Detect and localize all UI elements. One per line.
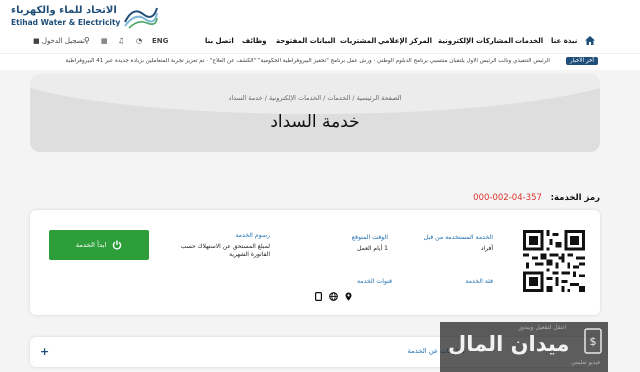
- main-nav: ■ تسجيل الدخول ⚲ ▦ ♫ ◔ ENG اتصل بنا وظائ…: [0, 33, 640, 49]
- etihad-logo[interactable]: الاتحاد للماء والكهرباء Etihad Water & E…: [3, 2, 158, 32]
- service-info-card: الخدمة المستخدمة من قبل أفراد فئة الخدمة…: [30, 210, 600, 315]
- audio-icon[interactable]: ♫: [118, 37, 124, 45]
- login-label: تسجيل الدخول: [41, 37, 85, 45]
- ticker-text[interactable]: الرئيس التنفيذي ونائب الرئيس الأول يلتقي…: [30, 58, 550, 64]
- search-icon[interactable]: ⚲: [84, 36, 90, 45]
- start-service-button[interactable]: ابدأ الخدمة: [49, 230, 149, 260]
- expected-time-value: 1 أيام العمل: [357, 245, 388, 252]
- accessibility-icon[interactable]: ◔: [136, 37, 142, 45]
- service-code-label: رمز الخدمة:: [550, 193, 600, 203]
- latest-news-badge: آخر الأخبار: [565, 57, 598, 65]
- mobile-icon: [315, 292, 322, 301]
- nav-about[interactable]: نبذة عنا: [551, 37, 577, 45]
- field-expected-time: الوقت المتوقع 1 أيام العمل: [318, 234, 388, 253]
- user-icon: ■: [33, 37, 40, 45]
- location-pin-icon: [345, 292, 352, 301]
- fees-label: رسوم الخدمة: [235, 232, 270, 239]
- nav-open-data[interactable]: البيانات المفتوحة: [276, 37, 335, 45]
- qr-code-icon: [523, 230, 585, 292]
- nav-e-participation[interactable]: المشاركات الإلكترونية: [438, 37, 513, 45]
- fees-value: لمبلغ المستحق عن الاستهلاك حسب الفاتورة …: [180, 243, 270, 258]
- field-used-by: الخدمة المستخدمة من قبل أفراد: [413, 234, 493, 253]
- category-label: فئة الخدمة: [465, 278, 493, 285]
- web-globe-icon: [329, 292, 338, 301]
- nav-services[interactable]: الخدمات: [515, 37, 543, 45]
- header: الاتحاد للماء والكهرباء Etihad Water & E…: [0, 0, 640, 53]
- watermark-title: ميدان المال: [448, 332, 570, 356]
- nav-media-center[interactable]: المركز الإعلامي: [378, 37, 432, 45]
- sitemap-icon[interactable]: ▦: [101, 37, 108, 45]
- logo-wave-icon: [124, 7, 158, 29]
- start-service-label: ابدأ الخدمة: [75, 241, 107, 249]
- logo-arabic-name: الاتحاد للماء والكهرباء: [11, 5, 117, 16]
- expected-time-label: الوقت المتوقع: [351, 234, 388, 241]
- channels-icons: [315, 292, 352, 301]
- field-category: فئة الخدمة: [413, 278, 493, 285]
- service-code-value: 357-04-002-000: [473, 193, 542, 203]
- nav-procurement[interactable]: المشتريات: [340, 37, 376, 45]
- used-by-value: أفراد: [480, 245, 493, 252]
- power-icon: [113, 240, 122, 250]
- page-title: خدمة السداد: [270, 112, 360, 132]
- field-fees: رسوم الخدمة لمبلغ المستحق عن الاستهلاك ح…: [178, 232, 270, 259]
- channels-label: قنوات الخدمة: [356, 278, 392, 285]
- watermark-subtext: انتقل لتفعيل ويندوز: [518, 324, 566, 331]
- watermark-tag: فيديو تعليمي: [571, 360, 600, 366]
- nav-contact[interactable]: اتصل بنا: [205, 37, 234, 45]
- service-code: رمز الخدمة: 357-04-002-000: [473, 193, 600, 203]
- expand-plus-icon[interactable]: +: [40, 345, 49, 358]
- login-link[interactable]: ■ تسجيل الدخول: [33, 37, 85, 45]
- video-watermark: انتقل لتفعيل ويندوز ميدان المال فيديو تع…: [440, 322, 608, 372]
- language-switch[interactable]: ENG: [152, 37, 168, 45]
- nav-jobs[interactable]: وظائف: [242, 37, 267, 45]
- field-channels: قنوات الخدمة: [322, 278, 392, 285]
- logo-english-name: Etihad Water & Electricity: [11, 18, 121, 27]
- news-ticker: الرئيس التنفيذي ونائب الرئيس الأول يلتقي…: [0, 53, 640, 70]
- used-by-label: الخدمة المستخدمة من قبل: [423, 234, 493, 241]
- breadcrumb[interactable]: الصفحة الرئيسية / الخدمات / الخدمات الإل…: [30, 94, 600, 102]
- home-icon[interactable]: [585, 36, 595, 45]
- page-hero: الصفحة الرئيسية / الخدمات / الخدمات الإل…: [30, 74, 600, 152]
- svg-text:$: $: [590, 335, 597, 348]
- money-phone-icon: $: [584, 328, 602, 354]
